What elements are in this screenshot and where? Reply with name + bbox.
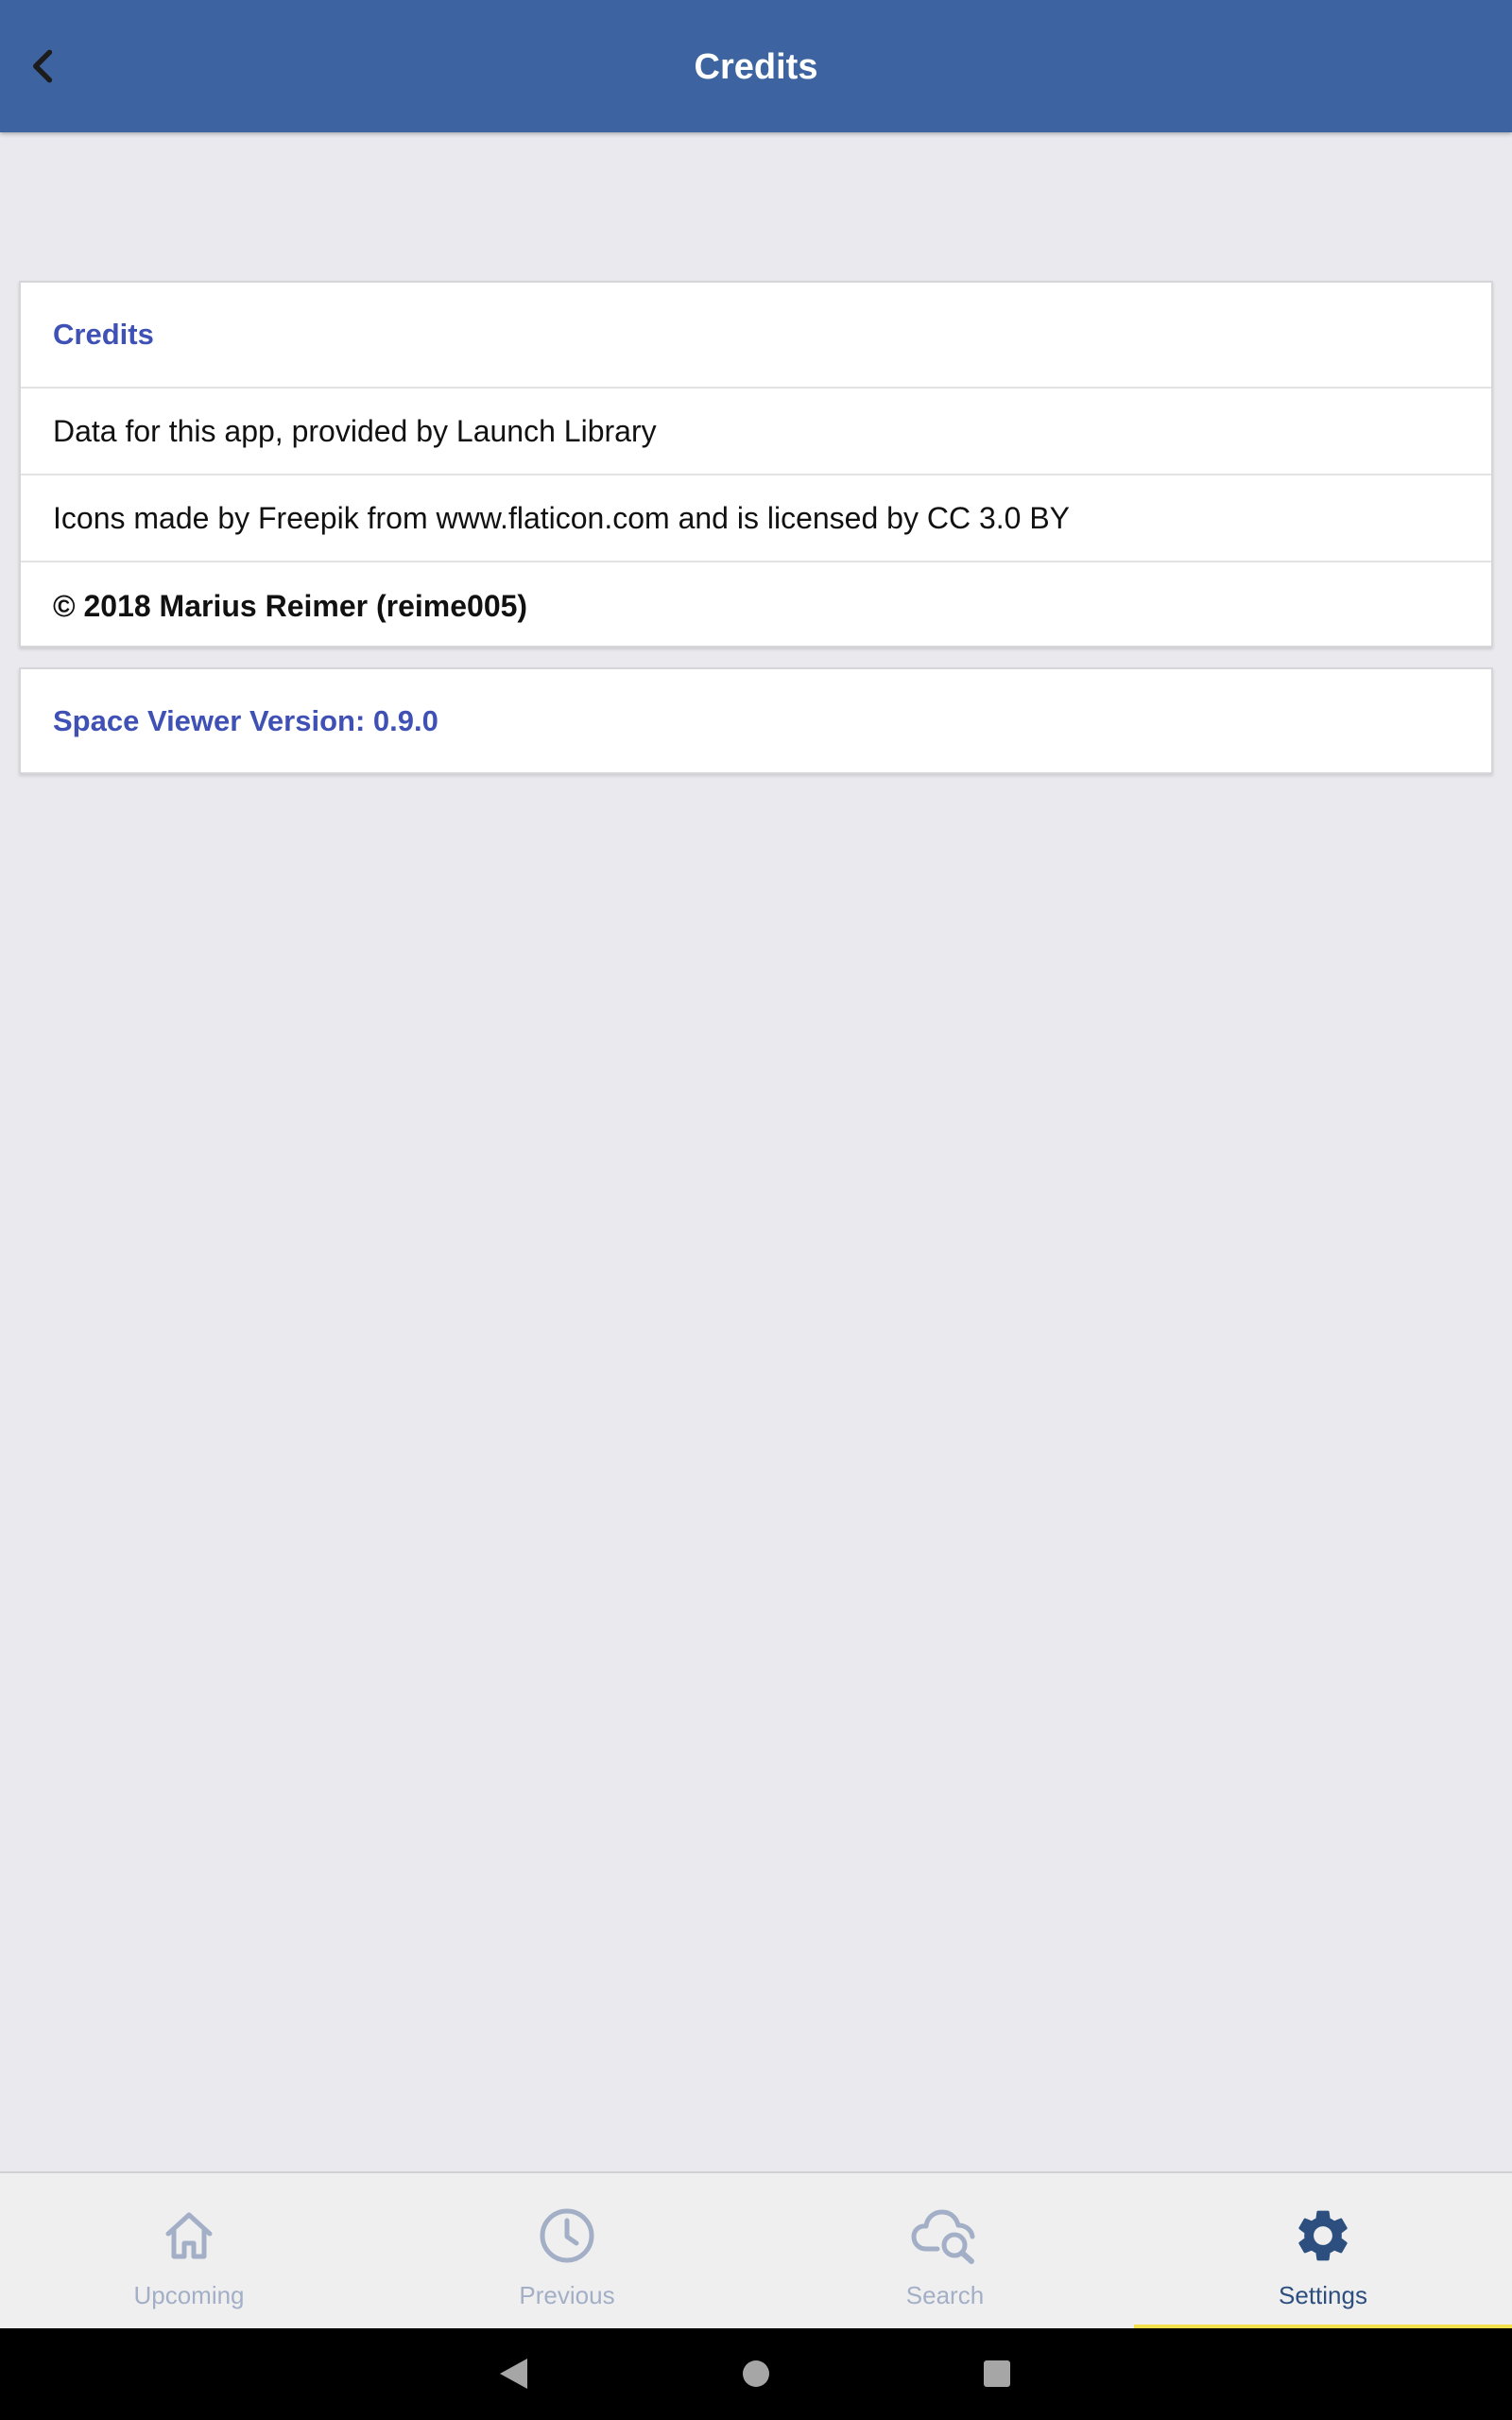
credit-item-data-source[interactable]: Data for this app, provided by Launch Li… [21,389,1491,475]
credits-screen: Credits Credits Data for this app, provi… [0,0,1512,2420]
nav-item-search[interactable]: Search [756,2173,1134,2328]
page-title: Credits [694,47,818,87]
system-navigation-bar [0,2328,1512,2420]
credits-card-header: Credits [21,283,1491,389]
system-recents-button[interactable] [969,2345,1025,2402]
bottom-navigation: Upcoming Previous Search Settings [0,2171,1512,2328]
circle-home-icon [743,2360,769,2387]
chevron-left-icon [33,49,53,83]
clock-icon [529,2198,605,2273]
version-card: Space Viewer Version: 0.9.0 [19,667,1493,774]
version-row: Space Viewer Version: 0.9.0 [21,669,1491,772]
credit-item-icons[interactable]: Icons made by Freepik from www.flaticon.… [21,475,1491,562]
nav-label: Previous [519,2281,615,2309]
nav-item-settings[interactable]: Settings [1134,2173,1512,2328]
app-bar: Credits [0,0,1512,132]
gear-icon [1285,2198,1361,2273]
nav-item-previous[interactable]: Previous [378,2173,756,2328]
square-recents-icon [984,2360,1010,2387]
nav-label: Search [905,2281,985,2309]
system-back-button[interactable] [485,2345,541,2402]
credit-item-copyright[interactable]: © 2018 Marius Reimer (reime005) [21,562,1491,649]
back-button[interactable] [6,28,81,104]
credits-card: Credits Data for this app, provided by L… [19,281,1493,648]
credits-header-label: Credits [53,318,154,351]
credit-item-label: Icons made by Freepik from www.flaticon.… [53,500,1070,535]
nav-label: Settings [1279,2281,1367,2309]
cloud-search-icon [907,2198,983,2273]
credit-item-label: © 2018 Marius Reimer (reime005) [53,588,528,623]
triangle-back-icon [500,2359,527,2389]
nav-label: Upcoming [133,2281,245,2309]
home-icon [151,2198,227,2273]
version-label: Space Viewer Version: 0.9.0 [53,703,438,737]
credit-item-label: Data for this app, provided by Launch Li… [53,413,657,448]
system-home-button[interactable] [728,2345,784,2402]
nav-item-upcoming[interactable]: Upcoming [0,2173,378,2328]
